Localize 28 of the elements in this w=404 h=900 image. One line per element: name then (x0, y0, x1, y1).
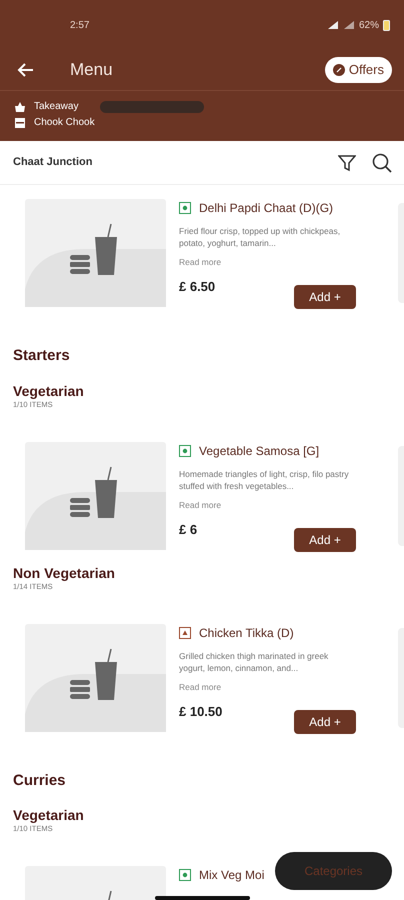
battery-percent: 62% (358, 18, 379, 32)
restaurant-name: Chook Chook (34, 116, 95, 130)
add-button[interactable]: Add + (294, 528, 356, 552)
dish-description: Fried flour crisp, topped up with chickpeas, potato, yoghurt, tamarin... (179, 225, 342, 249)
dish-name: Mix Veg Moi (199, 867, 264, 884)
subcategory-heading: Vegetarian (12, 382, 85, 400)
price: £ 6.50 (179, 278, 216, 296)
dish-description: Homemade triangles of light, crisp, filo pastry stuffed with fresh vegetables... (179, 468, 350, 492)
read-more-link[interactable]: Read more (179, 500, 222, 510)
category-heading: Starters (12, 346, 71, 366)
status-time: 2:57 (70, 18, 90, 32)
restaurant-section-title: Chaat Junction (13, 155, 92, 170)
subcategory-heading: Vegetarian (12, 806, 85, 824)
dish-name: Vegetable Samosa [G] (199, 442, 320, 460)
price: £ 10.50 (179, 702, 222, 720)
subcategory-heading: Non Vegetarian (12, 564, 116, 582)
order-mode: Takeaway (34, 100, 78, 114)
read-more-link[interactable]: Read more (179, 682, 222, 692)
dish-description: Grilled chicken thigh marinated in greek yogurt, lemon, cinnamon, and... (179, 650, 330, 674)
offers-button[interactable]: Offers (324, 57, 392, 83)
price: £ 6 (179, 520, 198, 538)
page-title: Menu (70, 59, 113, 82)
add-button[interactable]: Add + (294, 710, 356, 734)
dish-name: Chicken Tikka (D) (199, 624, 294, 642)
add-button[interactable]: Add + (294, 285, 356, 309)
dish-name: Delhi Papdi Chaat (D)(G) (199, 200, 334, 217)
read-more-link[interactable]: Read more (179, 257, 222, 267)
category-heading: Curries (12, 770, 67, 790)
